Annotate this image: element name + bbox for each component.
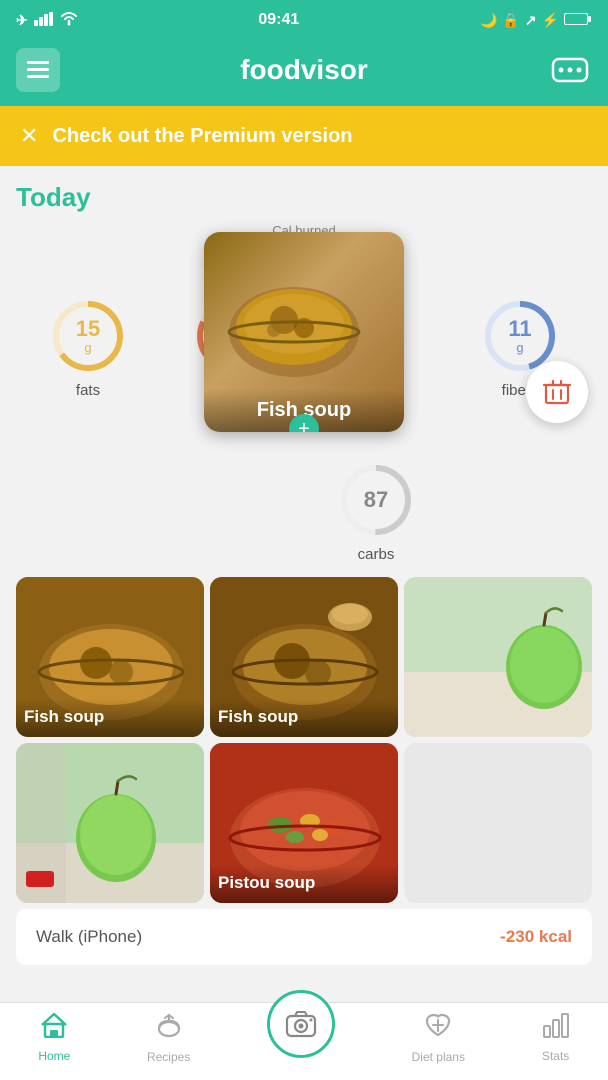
nav-recipes[interactable]: Recipes [147,1011,190,1064]
logo-bold: visor [301,54,368,85]
diet-plans-icon [424,1011,452,1046]
bluetooth-icon: ⚡ [542,12,559,29]
nav-diet-plans[interactable]: Diet plans [412,1011,465,1064]
walk-row: Walk (iPhone) -230 kcal [16,909,592,965]
walk-label: Walk (iPhone) [36,927,142,947]
carbs-display: 87 carbs [336,460,416,563]
food-item-pistou-soup[interactable]: Pistou soup [210,743,398,903]
food-item-fish-soup-1[interactable]: Fish soup [16,577,204,737]
battery-icon [564,12,592,29]
food-item-fish-soup-2[interactable]: Fish soup [210,577,398,737]
delete-fab-button[interactable] [526,361,588,423]
today-title: Today [16,182,592,213]
location-icon: ↗ [525,12,537,29]
menu-button[interactable] [16,48,60,92]
logo-light: food [240,54,301,85]
home-icon [40,1012,68,1045]
recipes-nav-label: Recipes [147,1050,190,1064]
moon-icon: 🌙 [480,12,497,29]
walk-kcal: -230 kcal [500,927,572,947]
status-right: 🌙 🔒 ↗ ⚡ [480,12,592,29]
fish-soup-1-label: Fish soup [16,699,204,737]
food-card-overlay[interactable]: Fish soup + [204,232,404,432]
carbs-value-2: 87 [364,488,388,512]
food-grid-row-2: Pistou soup [16,743,592,903]
home-nav-label: Home [38,1049,70,1063]
food-item-apple-2[interactable] [16,743,204,903]
fats-circle: 15 g fats [48,296,128,399]
lock-icon: 🔒 [502,12,519,29]
carbs-ring-visible: 87 [336,460,416,540]
main-content: Today Cal burned 15 g fats [0,166,608,965]
bottom-navigation: Home Recipes [0,1002,608,1080]
header: foodvisor [0,40,608,106]
fibers-value: 11 [508,316,531,340]
airplane-icon: ✈ [16,12,28,29]
fats-label: fats [76,382,100,399]
carbs-label-2: carbs [358,546,395,563]
nutrition-row: 15 g fats 27 g proteins [16,242,592,452]
app-logo: foodvisor [240,54,368,86]
fats-value: 15 [76,316,100,340]
food-item-empty [404,743,592,903]
fish-soup-2-label: Fish soup [210,699,398,737]
fibers-unit: g [508,340,531,354]
premium-text: Check out the Premium version [52,125,352,148]
premium-banner[interactable]: ✕ Check out the Premium version [0,106,608,166]
diet-plans-nav-label: Diet plans [412,1050,465,1064]
nav-stats[interactable]: Stats [542,1012,570,1063]
stats-icon [542,1012,570,1045]
apple-2-image [16,743,204,903]
fats-ring: 15 g [48,296,128,376]
status-time: 09:41 [258,11,299,29]
fats-unit: g [76,340,100,354]
signal-bars [34,12,54,29]
status-bar: ✈ 09:41 🌙 🔒 ↗ ⚡ [0,0,608,40]
status-left: ✈ [16,12,78,29]
food-grid-row-1: Fish soup Fish soup [16,577,592,737]
stats-nav-label: Stats [542,1049,569,1063]
food-item-apple-1[interactable] [404,577,592,737]
wifi-icon [60,12,78,29]
pistou-soup-label: Pistou soup [210,865,398,903]
nav-home[interactable]: Home [38,1012,70,1063]
premium-close-button[interactable]: ✕ [20,123,38,149]
apple-1-image [404,577,592,737]
nav-camera[interactable] [267,990,335,1058]
chat-button[interactable] [548,48,592,92]
recipes-icon [155,1011,183,1046]
